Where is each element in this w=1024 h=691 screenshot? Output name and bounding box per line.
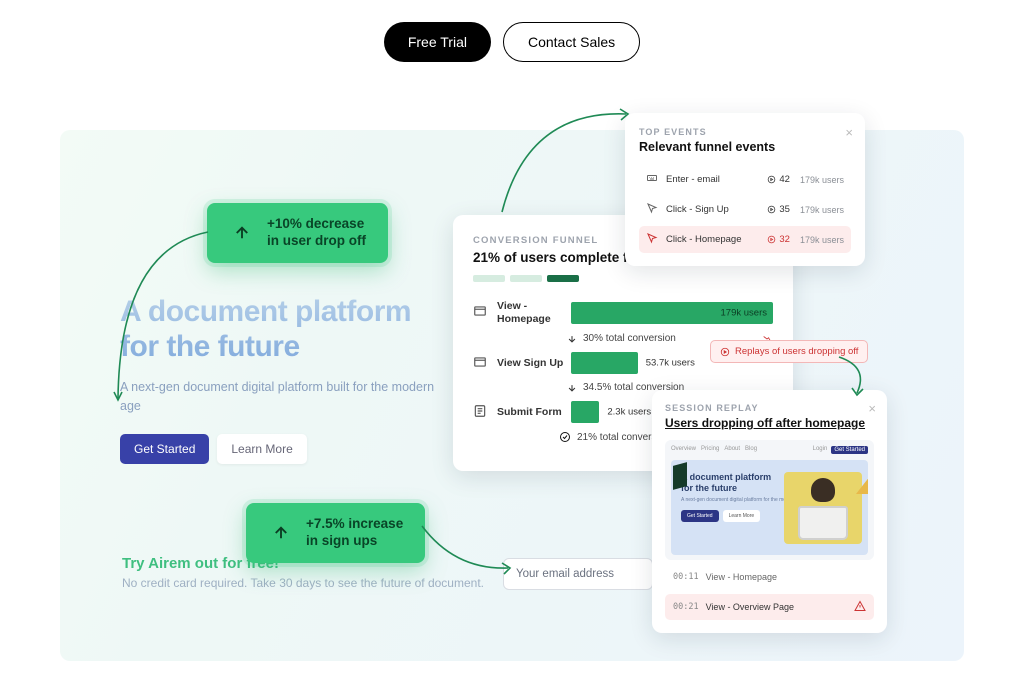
session-replay-panel: × SESSION REPLAY Users dropping off afte… <box>652 390 887 633</box>
dropoff-callout: +10% decreasein user drop off <box>207 203 388 263</box>
cursor-icon <box>646 202 660 217</box>
contact-sales-button[interactable]: Contact Sales <box>503 22 640 62</box>
try-subtext: No credit card required. Take 30 days to… <box>122 576 484 590</box>
page-icon <box>473 304 489 321</box>
email-input[interactable]: Your email address <box>503 558 653 590</box>
hero-subtitle: A next-gen document digital platform bui… <box>120 378 440 416</box>
session-preview: OverviewPricingAboutBlog LoginGet Starte… <box>665 440 874 560</box>
events-label: TOP EVENTS <box>639 127 851 137</box>
keyboard-icon <box>646 172 660 187</box>
event-row[interactable]: Click - Sign Up 35 179k users <box>639 196 851 223</box>
timeline-row: 00:11 View - Homepage <box>665 566 874 588</box>
warning-icon <box>854 600 866 614</box>
hero-title: A document platformfor the future <box>120 295 440 364</box>
timeline-row-error: 00:21 View - Overview Page <box>665 594 874 620</box>
progress-blocks <box>473 275 773 282</box>
free-trial-button[interactable]: Free Trial <box>384 22 491 62</box>
arrow-up-icon <box>229 220 255 246</box>
cursor-icon <box>646 232 660 247</box>
replay-badge[interactable]: Replays of users dropping off <box>710 340 868 363</box>
form-icon <box>473 404 489 421</box>
event-row-highlighted[interactable]: Click - Homepage 32 179k users <box>639 226 851 253</box>
page-icon <box>473 355 489 372</box>
close-icon[interactable]: × <box>845 125 853 140</box>
events-title: Relevant funnel events <box>639 140 851 154</box>
hero-card: A document platformfor the future A next… <box>120 295 440 464</box>
close-icon[interactable]: × <box>868 401 876 416</box>
event-row[interactable]: Enter - email 42 179k users <box>639 166 851 193</box>
arrow-up-icon <box>268 520 294 546</box>
learn-more-button[interactable]: Learn More <box>217 434 306 464</box>
session-label: SESSION REPLAY <box>665 403 874 413</box>
signup-callout: +7.5% increasein sign ups <box>246 503 425 563</box>
session-title: Users dropping off after homepage <box>665 416 874 430</box>
funnel-step-homepage: View -Homepage 179k users <box>473 300 773 325</box>
get-started-button[interactable]: Get Started <box>120 434 209 464</box>
top-events-panel: × TOP EVENTS Relevant funnel events Ente… <box>625 113 865 266</box>
